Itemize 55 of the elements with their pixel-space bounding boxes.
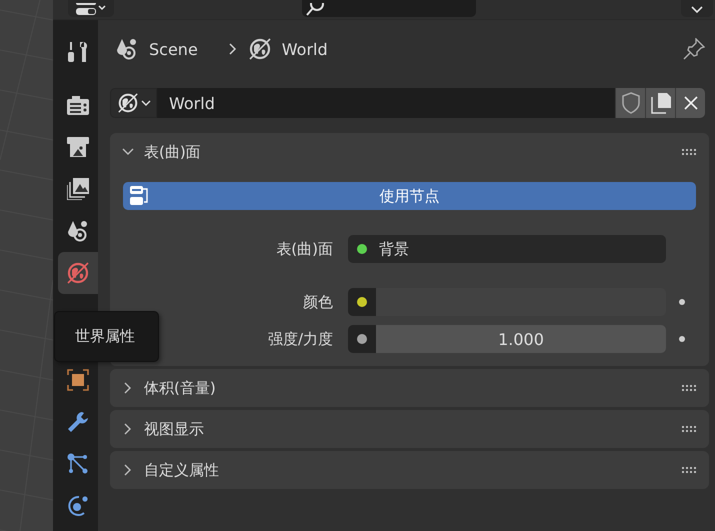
orbit-icon [67,495,89,517]
globe-icon [248,37,272,61]
use-nodes-button[interactable]: 使用节点 [123,182,696,210]
shader-link-field[interactable]: 背景 [348,235,666,263]
panel-title: 表(曲)面 [144,142,201,162]
socket-button[interactable] [348,325,376,353]
panel-title: 视图显示 [144,420,204,438]
camera-icon [66,94,90,116]
breadcrumb-item[interactable]: Scene [149,40,198,58]
chevron-down-icon [140,99,150,107]
printer-icon [67,136,89,158]
panel-header[interactable]: 表(曲)面 [110,133,709,171]
duplicate-button[interactable] [645,88,675,118]
panel-title: 自定义属性 [144,460,219,480]
unlink-button[interactable] [675,88,705,118]
image-stack-icon [67,178,89,200]
world-browse-dropdown[interactable] [110,88,157,118]
object-square-icon [67,369,89,391]
particles-icon [67,453,89,475]
scene-icon [115,38,139,60]
chevron-right-icon [228,42,238,56]
panel-header[interactable]: 自定义属性 [110,451,709,489]
drag-handle-icon[interactable] [682,149,696,155]
keyframe-dot[interactable] [679,336,685,342]
copy-icon [650,92,672,114]
color-swatch[interactable] [376,288,666,316]
property-label: 表(曲)面 [276,240,333,258]
breadcrumb-item[interactable]: World [282,40,328,58]
editor-type-dropdown[interactable] [68,0,114,17]
globe-icon [66,261,90,285]
pin-icon[interactable] [683,38,705,60]
panel-title: 体积(音量) [144,378,216,398]
chevron-down-icon [690,5,704,15]
world-name-field[interactable]: World [157,88,615,118]
globe-icon [116,92,138,114]
tools-icon [66,40,90,64]
wrench-icon [67,411,89,433]
property-label: 强度/力度 [268,330,333,348]
keyframe-dot[interactable] [679,299,685,305]
options-dropdown[interactable] [681,0,713,17]
number-field[interactable]: 1.000 [376,325,666,353]
drag-handle-icon[interactable] [682,467,696,473]
property-label: 颜色 [303,292,333,310]
tooltip: 世界属性 [54,311,159,362]
scene-icon [66,220,90,242]
panel-header[interactable]: 体积(音量) [110,369,709,407]
socket-button[interactable] [348,288,376,316]
fake-user-button[interactable] [615,88,645,118]
close-icon [684,96,698,110]
drag-handle-icon[interactable] [682,385,696,391]
search-field[interactable] [302,0,476,17]
panel-header[interactable]: 视图显示 [110,410,709,448]
search-icon [304,3,326,17]
shield-icon [620,92,640,114]
drag-handle-icon[interactable] [682,426,696,432]
